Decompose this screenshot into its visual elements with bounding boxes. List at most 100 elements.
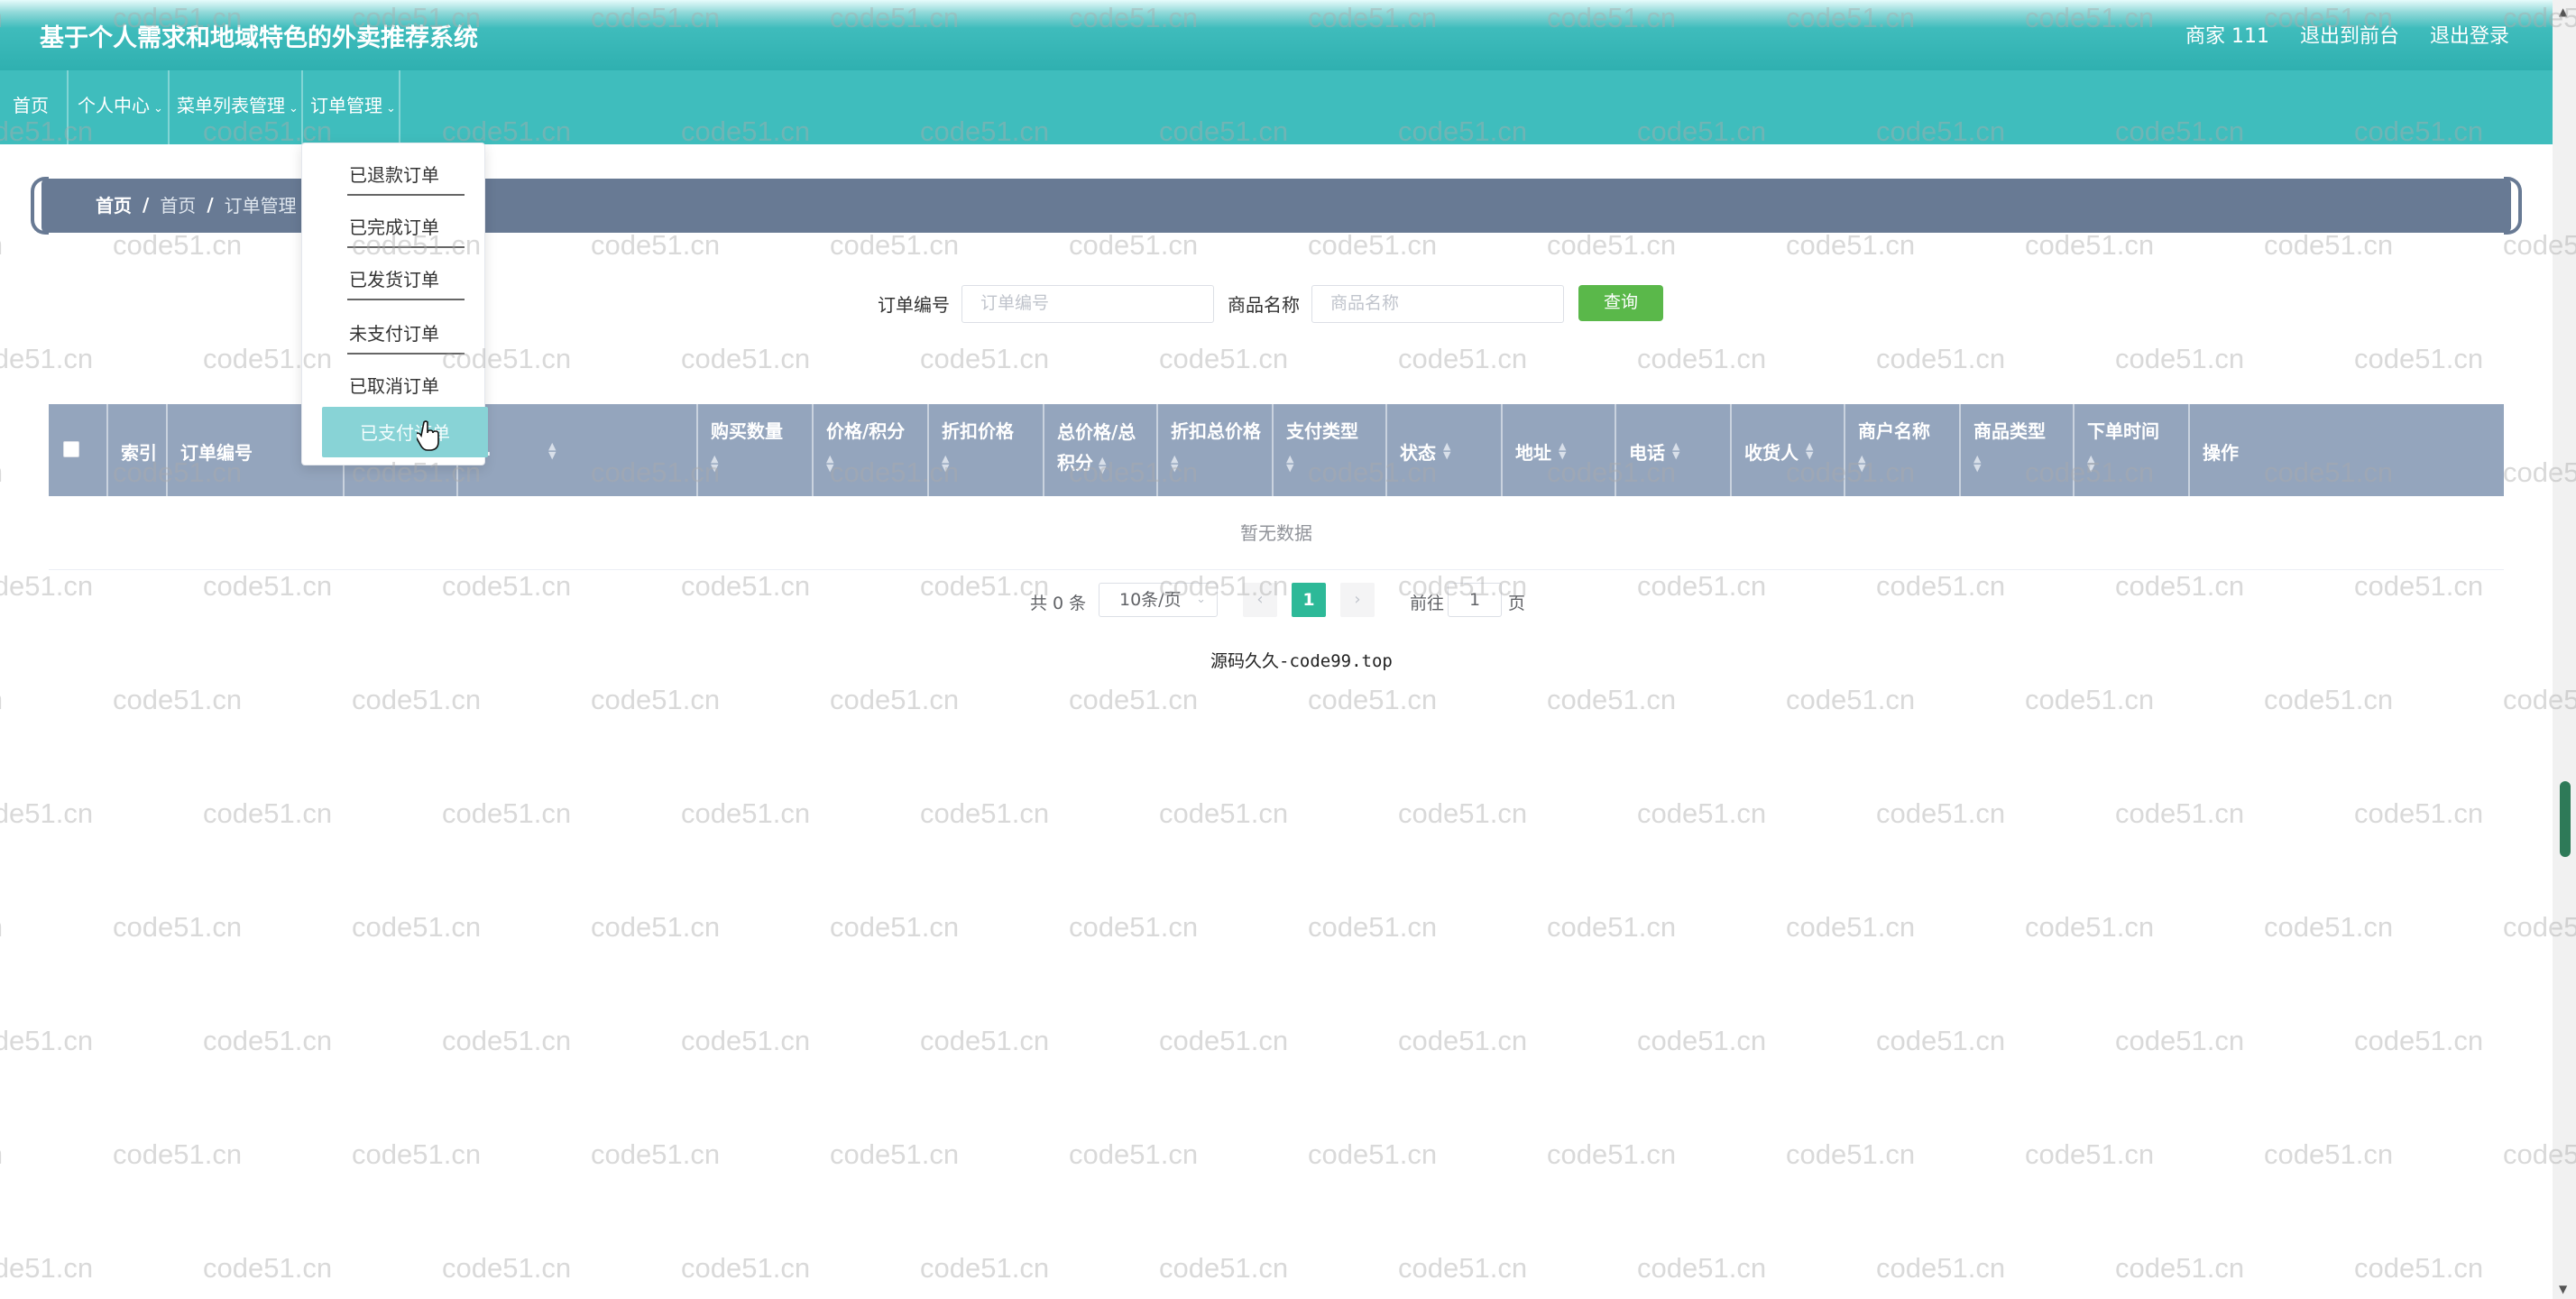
watermark-text: code51.cn (2025, 911, 2155, 943)
watermark-text: code51.cn (2025, 1138, 2155, 1170)
scroll-down-icon[interactable]: ▼ (2559, 1283, 2567, 1295)
exit-to-front-link[interactable]: 退出到前台 (2300, 20, 2399, 49)
column-label: 下单时间 (2087, 420, 2159, 442)
watermark-text: code51.cn (0, 797, 94, 829)
logout-link[interactable]: 退出登录 (2430, 20, 2509, 49)
page-jump-input[interactable]: 1 (1448, 583, 1502, 617)
sort-icon[interactable]: ▲▼ (548, 441, 556, 460)
watermark-text: code51.cn (2354, 343, 2484, 374)
watermark-text: code51.cn (920, 1252, 1050, 1284)
sort-icon[interactable]: ▲▼ (1806, 441, 1813, 460)
watermark-text: code51.cn (113, 684, 243, 715)
watermark-text: code51.cn (1069, 684, 1199, 715)
column-label: 地址 (1515, 442, 1551, 464)
watermark-text: code51.cn (352, 684, 482, 715)
vertical-scrollbar[interactable]: ▲ ▼ (2553, 0, 2576, 1299)
sort-icon[interactable]: ▲▼ (1672, 441, 1679, 460)
empty-state: 暂无数据 (49, 496, 2504, 570)
watermark-text: code51.cn (830, 1138, 960, 1170)
column-header[interactable]: 状态 ▲ ▼ (1387, 404, 1503, 496)
product-name-input[interactable] (1311, 285, 1564, 323)
watermark-text: code51.cn (681, 797, 811, 829)
sort-icon[interactable]: ▲▼ (711, 454, 718, 473)
sort-icon[interactable]: ▲▼ (1858, 454, 1865, 473)
column-label: 支付类型 (1286, 420, 1358, 442)
nav-label: 菜单列表管理 (177, 95, 285, 116)
watermark-text: code51.cn (1159, 797, 1289, 829)
watermark-text: code51.cn (681, 1252, 811, 1284)
top-links: 商家 111 退出到前台 退出登录 (2185, 20, 2509, 49)
dropdown-item-cancelled[interactable]: 已取消订单 (302, 360, 486, 412)
sort-icon[interactable]: ▲▼ (1973, 454, 1981, 473)
watermark-text: code51.cn (352, 911, 482, 943)
column-header[interactable]: 购买数量 ▲ ▼ (698, 404, 814, 496)
goto-label: 前往 (1410, 594, 1445, 613)
watermark-text: code51.cn (352, 1138, 482, 1170)
nav-item-orders[interactable]: 订单管理 ⌄ (299, 70, 407, 144)
chevron-right-icon: › (1354, 590, 1361, 609)
sort-icon[interactable]: ▲▼ (1171, 454, 1178, 473)
watermark-text: code51.cn (113, 911, 243, 943)
scroll-up-icon[interactable]: ▲ (2559, 5, 2567, 18)
column-label: 购买数量 (711, 420, 783, 442)
prev-page-button[interactable]: ‹ (1243, 583, 1277, 617)
column-header[interactable]: 折扣价格 ▲ ▼ (929, 404, 1044, 496)
select-all-column (49, 404, 108, 496)
sort-icon[interactable]: ▲▼ (826, 454, 833, 473)
watermark-text: code51.cn (2264, 1138, 2394, 1170)
nav-item-profile[interactable]: 个人中心 ⌄ (67, 70, 174, 144)
current-user[interactable]: 商家 111 (2185, 20, 2269, 49)
column-label: 折扣总价格 (1171, 420, 1261, 442)
column-label: 折扣价格 (942, 420, 1014, 442)
dropdown-item-paid[interactable]: 已支付订单 (322, 407, 488, 457)
column-header[interactable]: 下单时间 ▲ ▼ (2075, 404, 2190, 496)
column-header[interactable]: 商户名称 ▲ ▼ (1845, 404, 1961, 496)
sort-icon[interactable]: ▲▼ (1559, 441, 1566, 460)
page-size-value: 10条/页 (1119, 590, 1182, 610)
column-label: 收货人 (1744, 442, 1799, 464)
order-no-input[interactable] (961, 285, 1214, 323)
sort-icon[interactable]: ▲▼ (2087, 454, 2094, 473)
nav-item-menu-list[interactable]: 菜单列表管理 ⌄ (166, 70, 309, 144)
column-label: 操作 (2203, 442, 2239, 464)
watermark-text: code51.cn (1547, 684, 1677, 715)
scrollbar-thumb[interactable] (2560, 781, 2571, 857)
site-title: 基于个人需求和地域特色的外卖推荐系统 (40, 24, 478, 52)
page-size-select[interactable]: 10条/页 ⌄ (1099, 583, 1218, 617)
watermark-text: code51.cn (2264, 684, 2394, 715)
column-header[interactable]: 支付类型 ▲ ▼ (1274, 404, 1387, 496)
chevron-down-icon: ⌄ (386, 102, 396, 115)
watermark-text: code51.cn (442, 797, 572, 829)
column-header[interactable]: 电话 ▲ ▼ (1616, 404, 1732, 496)
dropdown-divider (347, 299, 465, 300)
watermark-text: code51.cn (1308, 1138, 1438, 1170)
breadcrumb-home[interactable]: 首页 (96, 191, 132, 217)
column-header[interactable]: 商品类型 ▲ ▼ (1961, 404, 2075, 496)
column-header[interactable]: 索引 (108, 404, 168, 496)
column-header[interactable]: ...▲▼ (458, 404, 698, 496)
main-nav: 首页 个人中心 ⌄ 菜单列表管理 ⌄ 订单管理 ⌄ (0, 70, 2553, 144)
next-page-button[interactable]: › (1340, 583, 1375, 617)
select-all-checkbox[interactable] (63, 441, 79, 457)
column-header[interactable]: 价格/积分 ▲ ▼ (814, 404, 929, 496)
column-header[interactable]: 折扣总价格 ▲ ▼ (1158, 404, 1274, 496)
watermark-text: code51.cn (591, 684, 721, 715)
page-number-current[interactable]: 1 (1292, 583, 1326, 617)
sort-icon[interactable]: ▲▼ (1443, 441, 1450, 460)
watermark-text: code51.cn (2354, 797, 2484, 829)
sort-icon[interactable]: ▲▼ (1099, 456, 1106, 474)
sort-icon[interactable]: ▲▼ (1286, 454, 1293, 473)
watermark-text: code51.cn (1398, 1025, 1528, 1056)
footer-note: 源码久久-code99.top (1210, 651, 1393, 671)
sort-icon[interactable]: ▲▼ (942, 454, 949, 473)
column-header[interactable]: 地址 ▲ ▼ (1503, 404, 1616, 496)
breadcrumb-level1[interactable]: 首页 (160, 191, 196, 217)
watermark-text: code51.cn (1786, 911, 1916, 943)
column-header[interactable]: 收货人 ▲ ▼ (1732, 404, 1845, 496)
query-button[interactable]: 查询 (1578, 285, 1663, 321)
product-name-label: 商品名称 (1228, 294, 1300, 316)
nav-item-home[interactable]: 首页 (2, 70, 60, 144)
watermark-text: code51.cn (1876, 1252, 2006, 1284)
watermark-text: code51.cn (1637, 1025, 1767, 1056)
column-header[interactable]: 总价格/总 积分 ▲ ▼ (1044, 404, 1158, 496)
